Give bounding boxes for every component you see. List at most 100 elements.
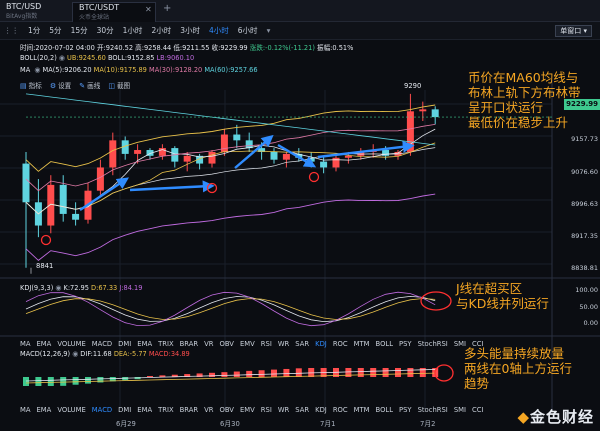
macd-histogram-bar	[357, 368, 364, 377]
indicator-tab-psy[interactable]: PSY	[399, 406, 412, 414]
macd-histogram-bar	[209, 372, 215, 377]
ma60-line	[25, 93, 436, 146]
indicator-tab-stochrsi[interactable]: StochRSI	[418, 340, 448, 348]
candle-body	[344, 155, 352, 158]
eye-icon[interactable]: ◉	[72, 350, 78, 358]
indicator-tab-mtm[interactable]: MTM	[354, 340, 370, 348]
low-price-mark: 8841	[36, 262, 54, 270]
indicator-tab-boll[interactable]: BOLL	[376, 340, 393, 348]
candle-body	[134, 150, 142, 154]
indicator-tab-ema[interactable]: EMA	[137, 340, 152, 348]
indicator-tab-dmi[interactable]: DMI	[118, 340, 131, 348]
indicator-tab-trix[interactable]: TRIX	[158, 340, 174, 348]
indicator-tab-ema[interactable]: EMA	[37, 406, 52, 414]
price-label: 8838.81	[571, 264, 598, 272]
kdj-axis-label: 100.00	[575, 286, 598, 294]
indicator-tabs-macd: MA EMA VOLUME MACD DMI EMA TRIX BRAR VR OBV EMV RSI…	[0, 404, 600, 415]
indicator-tab-cci[interactable]: CCI	[472, 406, 484, 414]
indicator-tab-sar[interactable]: SAR	[295, 340, 309, 348]
macd-histogram-bar	[221, 372, 228, 377]
indicator-tab-kdj[interactable]: KDJ	[315, 406, 327, 414]
indicator-tab-vr[interactable]: VR	[204, 406, 213, 414]
indicator-tab-roc[interactable]: ROC	[333, 340, 348, 348]
chevron-down-icon[interactable]: ▾	[267, 26, 271, 35]
indicator-tab-mtm[interactable]: MTM	[354, 406, 370, 414]
indicator-tab-ema[interactable]: EMA	[137, 406, 152, 414]
indicator-tab-smi[interactable]: SMI	[454, 406, 466, 414]
macd-dea: DEA:-5.77	[113, 350, 147, 358]
candle-body	[282, 153, 290, 160]
indicator-tab-macd[interactable]: MACD	[92, 406, 112, 414]
tab-btc-usdt[interactable]: BTC/USDT 火币全球站	[72, 2, 156, 22]
add-tab-icon[interactable]: +	[163, 3, 171, 14]
indicator-tab-dmi[interactable]: DMI	[118, 406, 131, 414]
macd-histogram-bar	[295, 368, 302, 377]
tab-symbol: BTC/USDT	[79, 3, 120, 12]
candle-body	[22, 163, 30, 203]
candle-body	[183, 155, 191, 162]
indicator-tab-wr[interactable]: WR	[278, 406, 289, 414]
macd-histogram-bar	[85, 377, 91, 384]
indicator-tab-brar[interactable]: BRAR	[180, 406, 198, 414]
indicator-tab-emv[interactable]: EMV	[240, 406, 255, 414]
indicator-tab-obv[interactable]: OBV	[220, 340, 234, 348]
timeframe-4h[interactable]: 4小时	[209, 25, 229, 36]
indicator-tab-volume[interactable]: VOLUME	[57, 340, 85, 348]
annotation-line: 多头能量持续放量	[464, 346, 565, 361]
timeframe-5min[interactable]: 5分	[49, 25, 61, 36]
date-label: 6月30	[220, 420, 240, 428]
trend-arrow	[129, 180, 215, 193]
macd-value: MACD:34.89	[148, 350, 190, 358]
timeframe-30min[interactable]: 30分	[97, 25, 114, 36]
candle-body	[59, 184, 67, 214]
macd-histogram-bar	[97, 377, 104, 383]
boll-upper-line	[25, 104, 436, 172]
indicator-tab-ma[interactable]: MA	[20, 340, 31, 348]
candle-body	[270, 151, 278, 160]
macd-histogram-bar	[60, 377, 67, 386]
indicator-tab-volume[interactable]: VOLUME	[57, 406, 85, 414]
indicator-tab-rsi[interactable]: RSI	[261, 406, 272, 414]
tab-btc-usd[interactable]: BTC/USD BitAvg指数	[0, 2, 70, 22]
macd-histogram-bar	[395, 368, 401, 377]
indicator-tab-boll[interactable]: BOLL	[376, 406, 393, 414]
timeframe-1min[interactable]: 1分	[28, 25, 40, 36]
indicator-tab-emv[interactable]: EMV	[240, 340, 255, 348]
kdj-k: K:72.95	[63, 284, 89, 292]
indicator-tab-macd[interactable]: MACD	[92, 340, 112, 348]
indicator-tab-ma[interactable]: MA	[20, 406, 31, 414]
annotation-macd: 多头能量持续放量 两线在0轴上方运行 趋势	[464, 346, 572, 391]
indicator-tab-stochrsi[interactable]: StochRSI	[418, 406, 448, 414]
indicator-tab-rsi[interactable]: RSI	[261, 340, 272, 348]
window-select-label: 单窗口	[560, 27, 582, 35]
indicator-tab-roc[interactable]: ROC	[333, 406, 348, 414]
indicator-tab-brar[interactable]: BRAR	[180, 340, 198, 348]
candle-body	[431, 109, 439, 118]
timeframe-6h[interactable]: 6小时	[238, 25, 258, 36]
indicator-tab-vr[interactable]: VR	[204, 340, 213, 348]
annotation-line: 两线在0轴上方运行	[464, 361, 572, 376]
eye-icon[interactable]: ◉	[55, 284, 61, 292]
indicator-tab-psy[interactable]: PSY	[399, 340, 412, 348]
macd-histogram-bar	[246, 370, 253, 377]
timeframe-1h[interactable]: 1小时	[123, 25, 143, 36]
timeframe-3h[interactable]: 3小时	[180, 25, 200, 36]
indicator-tab-wr[interactable]: WR	[278, 340, 289, 348]
macd-histogram-bar	[35, 377, 42, 386]
annotation-line: 币价在MA60均线与	[468, 70, 579, 85]
indicator-tab-sar[interactable]: SAR	[295, 406, 309, 414]
indicator-tab-kdj[interactable]: KDJ	[315, 340, 327, 348]
close-tab-icon[interactable]: ✕	[145, 5, 152, 14]
indicator-tab-ema[interactable]: EMA	[37, 340, 52, 348]
macd-name: MACD(12,26,9)	[20, 350, 71, 358]
tab-symbol: BTC/USD	[6, 2, 42, 11]
indicator-tab-obv[interactable]: OBV	[220, 406, 234, 414]
candle-body	[419, 109, 427, 112]
timeframe-15min[interactable]: 15分	[71, 25, 88, 36]
indicator-tab-trix[interactable]: TRIX	[158, 406, 174, 414]
annotation-line: 最低价在稳步上升	[468, 115, 569, 130]
window-select[interactable]: 单窗口 ▾	[555, 25, 592, 37]
toolbar-item-icon[interactable]: ⋮⋮	[4, 26, 19, 35]
timeframe-2h[interactable]: 2小时	[151, 25, 171, 36]
candle-body	[72, 213, 80, 220]
